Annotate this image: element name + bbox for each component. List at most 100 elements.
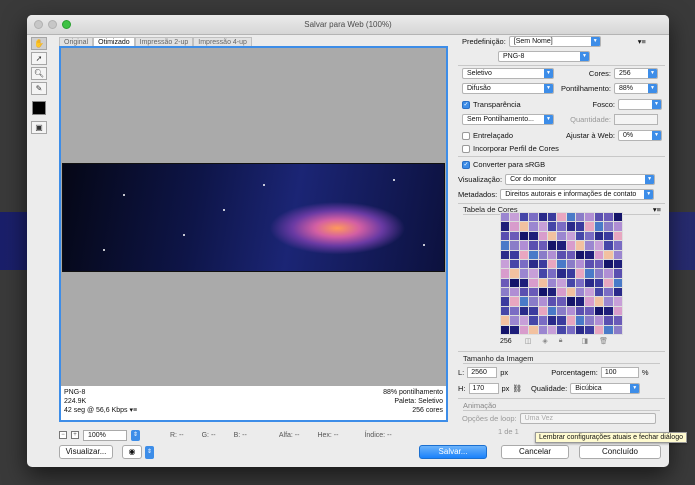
eyedropper-color-swatch[interactable] xyxy=(32,101,46,115)
color-swatch[interactable] xyxy=(594,306,604,316)
color-swatch[interactable] xyxy=(566,316,576,325)
color-swatch[interactable] xyxy=(594,297,604,306)
color-swatch[interactable] xyxy=(557,325,566,334)
color-swatch[interactable] xyxy=(585,297,594,306)
color-swatch[interactable] xyxy=(594,250,604,259)
color-swatch[interactable] xyxy=(501,222,510,231)
color-swatch[interactable] xyxy=(613,231,622,241)
color-swatch[interactable] xyxy=(510,316,519,325)
color-swatch[interactable] xyxy=(585,259,594,269)
color-swatch[interactable] xyxy=(613,278,622,288)
lock-color-icon[interactable]: 🔒︎ xyxy=(559,337,563,345)
color-swatch[interactable] xyxy=(576,278,585,288)
color-swatch[interactable] xyxy=(519,278,529,288)
color-swatch[interactable] xyxy=(576,316,585,325)
color-swatch[interactable] xyxy=(529,288,538,297)
color-swatch[interactable] xyxy=(594,259,604,269)
embed-profile-checkbox[interactable] xyxy=(462,144,470,153)
color-swatch[interactable] xyxy=(529,241,538,250)
color-swatch[interactable] xyxy=(519,288,529,297)
color-swatch[interactable] xyxy=(604,297,613,306)
color-swatch[interactable] xyxy=(594,213,604,222)
color-swatch[interactable] xyxy=(557,231,566,241)
color-swatch[interactable] xyxy=(501,316,510,325)
color-swatch[interactable] xyxy=(519,231,529,241)
matte-select[interactable]: ▼ xyxy=(618,99,662,110)
color-swatch[interactable] xyxy=(604,325,613,334)
zoom-stepper-icon[interactable]: ⇕ xyxy=(131,429,140,441)
color-swatch[interactable] xyxy=(501,259,510,269)
interlaced-checkbox[interactable] xyxy=(462,131,470,140)
trash-icon[interactable]: 🗑︎ xyxy=(599,337,608,345)
color-swatch[interactable] xyxy=(510,325,519,334)
color-swatch[interactable] xyxy=(557,250,566,259)
height-field[interactable]: 170 xyxy=(468,383,499,394)
color-swatch[interactable] xyxy=(538,241,547,250)
zoom-in-icon[interactable]: + xyxy=(71,431,79,439)
preset-select[interactable]: [Sem Nome] ▼ xyxy=(508,36,601,47)
color-swatch[interactable] xyxy=(585,316,594,325)
color-swatch[interactable] xyxy=(613,213,622,222)
tab-optimized[interactable]: Otimizado xyxy=(93,37,135,46)
eyedropper-tool-icon[interactable]: ✎ xyxy=(31,82,47,95)
color-swatch[interactable] xyxy=(557,259,566,269)
color-swatch[interactable] xyxy=(529,278,538,288)
color-swatch[interactable] xyxy=(538,231,547,241)
color-swatch[interactable] xyxy=(519,259,529,269)
color-swatch[interactable] xyxy=(594,222,604,231)
color-swatch[interactable] xyxy=(529,213,538,222)
color-swatch[interactable] xyxy=(538,325,547,334)
color-swatch[interactable] xyxy=(594,241,604,250)
color-swatch[interactable] xyxy=(510,231,519,241)
color-swatch[interactable] xyxy=(557,316,566,325)
color-swatch[interactable] xyxy=(519,269,529,278)
color-swatch[interactable] xyxy=(613,306,622,316)
color-swatch[interactable] xyxy=(510,213,519,222)
color-swatch[interactable] xyxy=(501,269,510,278)
colors-select[interactable]: 256 ▼ xyxy=(614,68,658,79)
color-swatch[interactable] xyxy=(501,325,510,334)
percent-field[interactable]: 100 xyxy=(600,367,639,378)
color-swatch[interactable] xyxy=(547,288,557,297)
color-swatch[interactable] xyxy=(538,288,547,297)
color-swatch[interactable] xyxy=(557,297,566,306)
color-swatch[interactable] xyxy=(538,278,547,288)
color-swatch[interactable] xyxy=(585,250,594,259)
color-swatch[interactable] xyxy=(613,241,622,250)
color-swatch[interactable] xyxy=(585,325,594,334)
color-swatch[interactable] xyxy=(604,213,613,222)
color-swatch[interactable] xyxy=(576,325,585,334)
color-swatch[interactable] xyxy=(566,325,576,334)
color-swatch[interactable] xyxy=(538,213,547,222)
color-swatch[interactable] xyxy=(594,231,604,241)
color-swatch[interactable] xyxy=(510,306,519,316)
color-swatch[interactable] xyxy=(547,222,557,231)
hand-tool-icon[interactable]: ✋ xyxy=(31,37,47,50)
color-swatch[interactable] xyxy=(538,316,547,325)
color-swatch[interactable] xyxy=(547,325,557,334)
color-swatch[interactable] xyxy=(501,297,510,306)
color-swatch[interactable] xyxy=(501,241,510,250)
color-swatch[interactable] xyxy=(566,269,576,278)
color-swatch[interactable] xyxy=(529,306,538,316)
toggle-slices-icon[interactable]: ▣ xyxy=(31,121,47,134)
color-table-grid[interactable] xyxy=(500,212,623,335)
color-swatch[interactable] xyxy=(538,297,547,306)
color-swatch[interactable] xyxy=(510,222,519,231)
color-swatch[interactable] xyxy=(529,259,538,269)
tab-original[interactable]: Original xyxy=(59,37,94,46)
color-swatch[interactable] xyxy=(557,222,566,231)
color-swatch[interactable] xyxy=(557,269,566,278)
color-swatch[interactable] xyxy=(538,222,547,231)
reduction-select[interactable]: Seletivo ▼ xyxy=(462,68,554,79)
color-swatch[interactable] xyxy=(613,325,622,334)
color-swatch[interactable] xyxy=(613,222,622,231)
color-swatch[interactable] xyxy=(576,269,585,278)
browser-select-icon[interactable]: ◉ xyxy=(122,445,142,459)
color-swatch[interactable] xyxy=(538,250,547,259)
color-swatch[interactable] xyxy=(566,222,576,231)
color-swatch[interactable] xyxy=(547,278,557,288)
new-color-icon[interactable]: ◨ xyxy=(581,337,588,345)
color-swatch[interactable] xyxy=(585,288,594,297)
format-select[interactable]: PNG-8 ▼ xyxy=(498,51,590,62)
